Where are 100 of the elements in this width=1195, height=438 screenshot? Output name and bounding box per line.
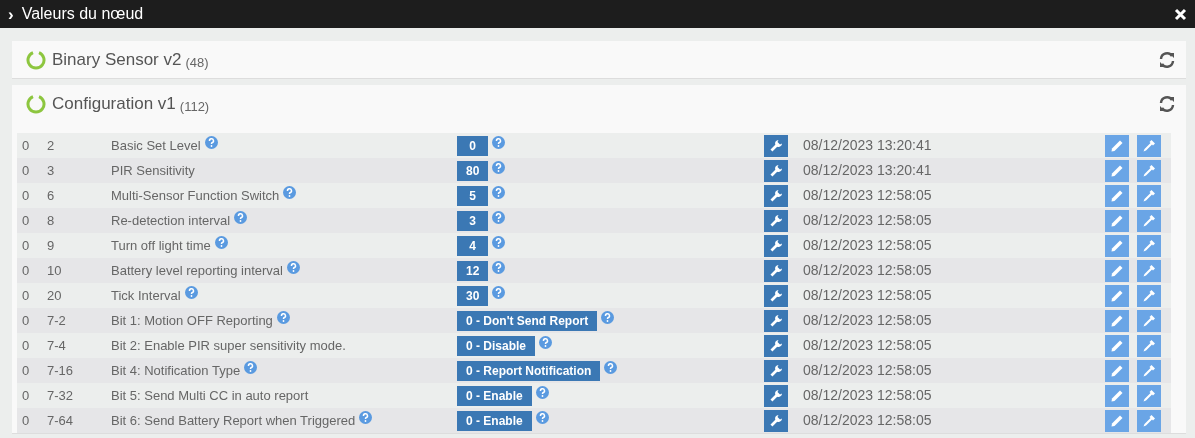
table-cell-text: 0 [21,186,31,205]
close-button[interactable] [1174,7,1187,21]
dropper-button[interactable] [1137,209,1161,232]
edit-button[interactable] [1105,384,1129,407]
dropper-icon [1142,263,1156,278]
value-badge: 12 [457,261,489,281]
dropper-button[interactable] [1137,184,1161,207]
table-cell-text: 6 [47,186,56,205]
value-badge: 30 [457,286,489,306]
help-icon[interactable] [604,361,618,374]
dropper-button[interactable] [1137,359,1161,382]
value-badge: 0 - Enable [457,386,532,406]
pencil-icon [1110,413,1124,428]
value-badge: 5 [457,186,488,206]
configure-button[interactable] [764,234,788,257]
dropper-button[interactable] [1137,234,1161,257]
configure-button[interactable] [764,309,788,332]
help-icon[interactable] [539,336,553,349]
configure-button[interactable] [764,359,788,382]
configure-button[interactable] [764,334,788,357]
dropper-icon [1142,363,1156,378]
help-icon[interactable] [244,360,258,374]
dropper-button[interactable] [1137,134,1161,157]
pencil-icon [1110,213,1124,228]
table-cell-text: 0 [21,161,31,180]
edit-button[interactable] [1105,234,1129,257]
parameter-label: Basic Set Level [111,137,201,153]
edit-button[interactable] [1105,209,1129,232]
value-badge: 0 - Don't Send Report [457,311,598,331]
help-icon[interactable] [601,311,615,324]
help-icon[interactable] [492,211,505,224]
dropper-button[interactable] [1137,284,1161,307]
table-cell-text: 0 [21,211,31,230]
edit-button[interactable] [1105,184,1129,207]
help-icon[interactable] [492,136,505,149]
pencil-icon [1110,388,1124,403]
configure-button[interactable] [764,209,788,232]
dropper-button[interactable] [1137,384,1161,407]
help-icon[interactable] [535,386,549,399]
edit-button[interactable] [1105,284,1129,307]
table-cell-text: 0 [21,311,31,330]
help-icon[interactable] [492,236,505,249]
table-cell-text: 10 [47,261,63,280]
configure-button[interactable] [764,184,788,207]
dropper-button[interactable] [1137,159,1161,182]
edit-button[interactable] [1105,359,1129,382]
dropper-button[interactable] [1137,334,1161,357]
dropper-button[interactable] [1137,259,1161,282]
help-icon[interactable] [287,260,300,274]
parameter-label: Bit 6: Send Battery Report when Triggered [111,412,356,428]
help-icon[interactable] [234,210,248,224]
table-cell-text: 0 [21,236,31,255]
value-badge: 0 - Disable [457,336,536,356]
parameter-label: Turn off light time [111,237,211,253]
wrench-icon [769,163,783,178]
help-icon[interactable] [214,235,228,249]
edit-button[interactable] [1105,309,1129,332]
configure-button[interactable] [764,159,788,182]
help-icon[interactable] [492,186,505,199]
wrench-icon [769,138,783,153]
configure-button[interactable] [764,259,788,282]
item-count: (48) [185,53,209,72]
parameter-label: Battery level reporting interval [111,262,283,278]
configure-button[interactable] [764,409,788,432]
edit-button[interactable] [1105,259,1129,282]
edit-button[interactable] [1105,334,1129,357]
wrench-icon [769,338,783,353]
value-badge: 80 [457,161,489,181]
table-cell-text: 0 [21,336,31,355]
dropper-icon [1142,163,1156,178]
edit-button[interactable] [1105,134,1129,157]
configure-button[interactable] [764,384,788,407]
help-icon[interactable] [535,411,549,424]
configure-button[interactable] [764,134,788,157]
dropper-button[interactable] [1137,309,1161,332]
help-icon[interactable] [492,286,506,299]
edit-button[interactable] [1105,159,1129,182]
edit-button[interactable] [1105,409,1129,432]
table-cell-text: 0 [21,261,31,280]
help-icon[interactable] [359,410,373,424]
parameter-label: Bit 5: Send Multi CC in auto report [111,387,309,403]
help-icon[interactable] [184,285,198,299]
help-icon[interactable] [276,310,290,324]
help-icon[interactable] [283,185,297,199]
refresh-button[interactable] [1158,50,1176,69]
panel-header[interactable]: Configuration v1 (112) [12,85,1186,122]
parameter-label: PIR Sensitivity [111,162,195,178]
dropper-button[interactable] [1137,409,1161,432]
value-badge: 0 - Report Notification [457,361,601,381]
panel-title: Configuration v1 [52,92,176,115]
collapse-icon[interactable]: › [8,5,14,23]
dropper-icon [1142,388,1156,403]
configure-button[interactable] [764,284,788,307]
panel-header[interactable]: Binary Sensor v2 (48) [12,41,1186,78]
help-icon[interactable] [492,261,506,274]
help-icon[interactable] [204,135,218,149]
dropper-icon [1142,138,1156,153]
refresh-button[interactable] [1158,94,1176,113]
pencil-icon [1110,238,1124,253]
help-icon[interactable] [492,161,506,174]
